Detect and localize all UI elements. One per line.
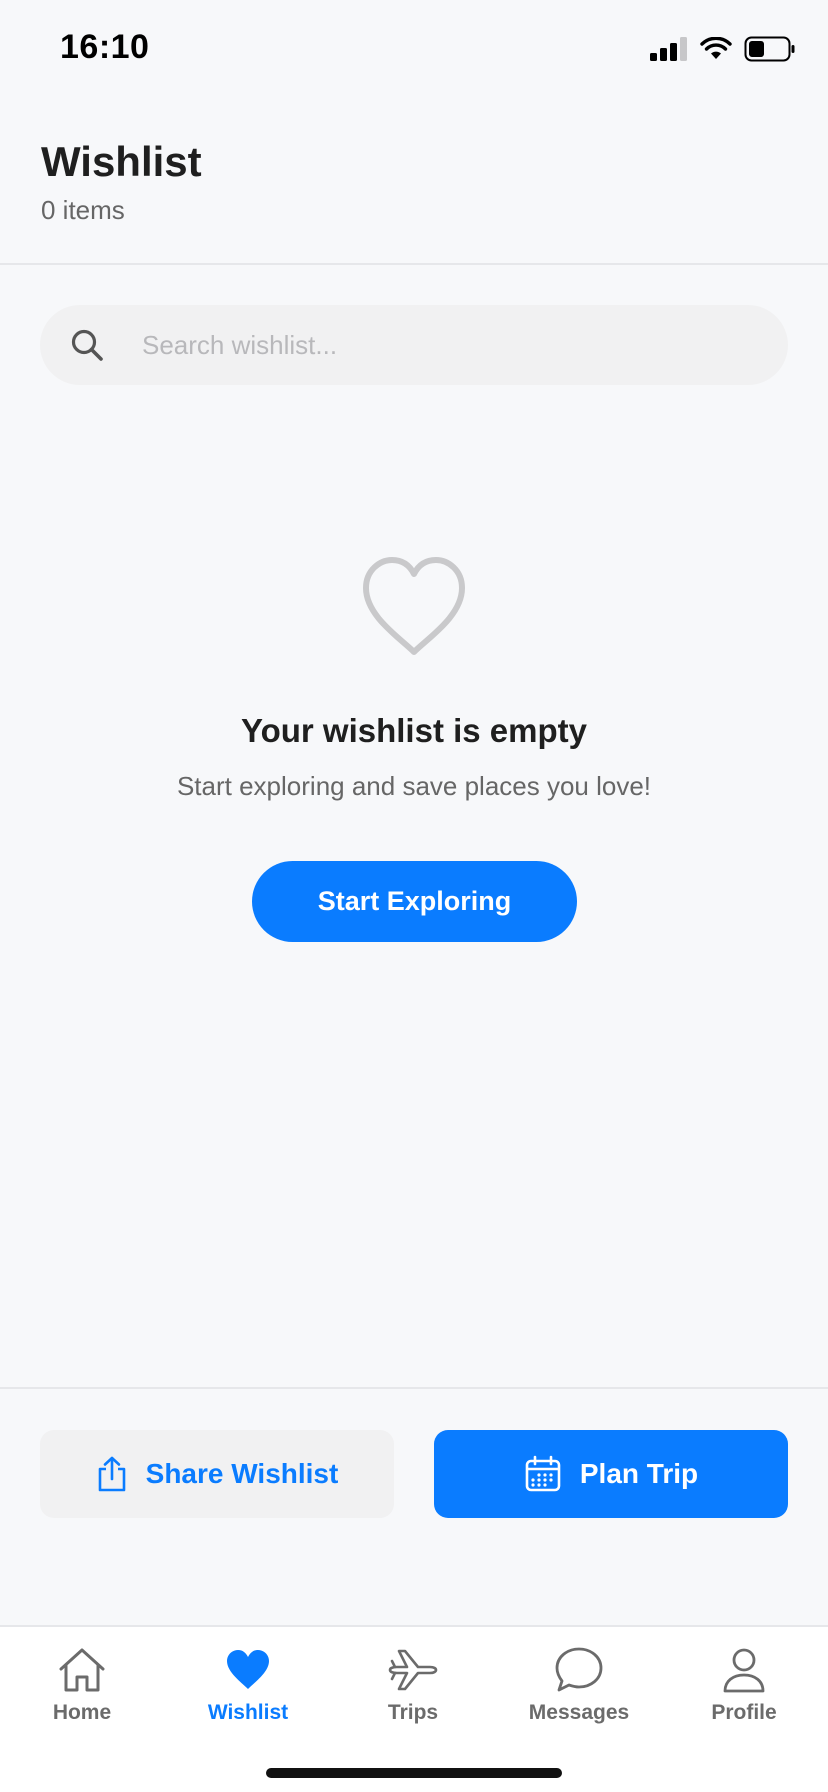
empty-state-subtitle: Start exploring and save places you love… [176,771,652,801]
tab-wishlist-label: Wishlist [207,1701,289,1724]
empty-heart-icon [363,557,465,655]
tab-messages-label: Messages [528,1701,630,1724]
search-icon [70,328,120,362]
page-header: Wishlist 0 items [0,100,828,265]
tab-bar: Home Wishlist Trips Messages Profile [0,1625,828,1792]
action-bar: Share Wishlist Plan Trip [0,1387,828,1625]
home-indicator [266,1768,562,1778]
heart-icon [225,1641,271,1699]
share-wishlist-label: Share Wishlist [145,1458,339,1489]
airplane-icon [387,1641,439,1699]
page-title: Wishlist [41,138,202,185]
home-icon [57,1641,107,1699]
tab-wishlist[interactable]: Wishlist [178,1641,318,1741]
item-count: 0 items [41,195,125,225]
status-time: 16:10 [60,28,150,66]
cellular-signal-icon [650,37,687,61]
share-wishlist-button[interactable]: Share Wishlist [40,1430,394,1518]
plan-trip-button[interactable]: Plan Trip [434,1430,788,1518]
tab-home[interactable]: Home [12,1641,152,1741]
status-bar: 16:10 [0,0,828,100]
wifi-icon [700,37,732,59]
share-icon [98,1456,125,1492]
person-icon [720,1641,768,1699]
plan-trip-label: Plan Trip [579,1458,699,1489]
search-bar[interactable] [40,305,788,385]
tab-trips-label: Trips [387,1701,439,1724]
calendar-icon [525,1455,561,1492]
empty-state-title: Your wishlist is empty [241,712,587,749]
tab-home-label: Home [52,1701,112,1724]
tab-messages[interactable]: Messages [509,1641,649,1741]
start-exploring-button[interactable]: Start Exploring [252,861,577,942]
status-icons [650,34,796,64]
tab-trips[interactable]: Trips [343,1641,483,1741]
tab-profile-label: Profile [711,1701,777,1724]
tab-profile[interactable]: Profile [674,1641,814,1741]
search-input[interactable] [142,329,742,361]
battery-icon [744,36,795,62]
chat-bubble-icon [554,1641,604,1699]
